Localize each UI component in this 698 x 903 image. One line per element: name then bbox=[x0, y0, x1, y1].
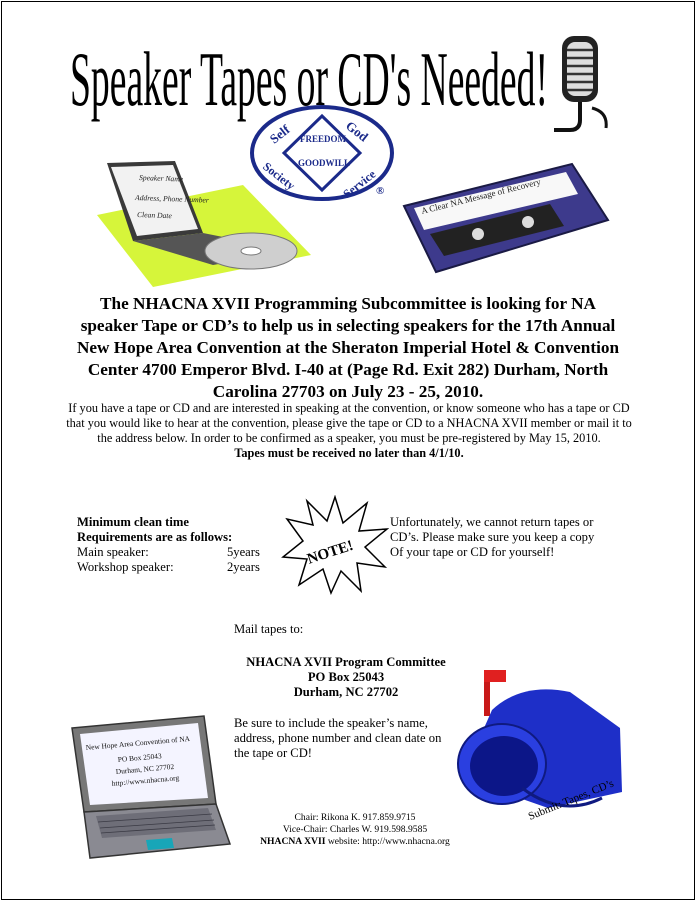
requirements-title-2: Requirements are as follows: bbox=[77, 530, 233, 544]
body-paragraph: If you have a tape or CD and are interes… bbox=[64, 401, 634, 461]
mailbox-image: Submit: Tapes, CD’s bbox=[457, 670, 622, 823]
cassette-image: A Clear NA Message of Recovery bbox=[402, 162, 610, 274]
mail-label: Mail tapes to: bbox=[234, 622, 304, 636]
requirement-row: Main speaker: 5years bbox=[77, 545, 277, 560]
website-label: NHACNA XVII bbox=[260, 836, 326, 847]
note-line: CD’s. Please make sure you keep a copy bbox=[390, 530, 595, 544]
contacts-block: Chair: Rikona K. 917.859.9715 Vice-Chair… bbox=[230, 812, 480, 848]
body-text: If you have a tape or CD and are interes… bbox=[66, 401, 632, 445]
logo-freedom: FREEDOM bbox=[300, 134, 347, 144]
requirements-title-1: Minimum clean time bbox=[77, 515, 189, 529]
vice-chair-contact: Vice-Chair: Charles W. 919.598.9585 bbox=[282, 824, 428, 835]
lead-paragraph: The NHACNA XVII Programming Subcommittee… bbox=[76, 294, 620, 401]
cd-line-1: Speaker Name bbox=[139, 173, 184, 184]
note-text: Unfortunately, we cannot return tapes or… bbox=[390, 515, 630, 560]
note-burst-icon: NOTE! bbox=[281, 495, 389, 595]
mailing-address: NHACNA XVII Program Committee PO Box 250… bbox=[230, 655, 462, 700]
laptop-image: New Hope Area Convention of NA PO Box 25… bbox=[71, 715, 232, 859]
address-line: PO Box 25043 bbox=[307, 670, 385, 684]
requirement-label: Workshop speaker: bbox=[77, 560, 174, 574]
website-line: NHACNA XVII website: http://www.nhacna.o… bbox=[230, 836, 480, 848]
microphone-icon bbox=[554, 36, 608, 132]
note-line: Unfortunately, we cannot return tapes or bbox=[390, 515, 594, 529]
deadline-text: Tapes must be received no later than 4/1… bbox=[234, 446, 464, 460]
include-text: Be sure to include the speaker’s name, a… bbox=[234, 716, 442, 760]
logo-registered: ® bbox=[376, 185, 384, 197]
requirement-value: 2years bbox=[227, 560, 260, 574]
chair-contact: Chair: Rikona K. 917.859.9715 bbox=[294, 812, 416, 823]
address-line: NHACNA XVII Program Committee bbox=[246, 655, 446, 669]
requirements-block: Minimum clean time Requirements are as f… bbox=[77, 515, 277, 575]
website-link[interactable]: website: http://www.nhacna.org bbox=[325, 836, 450, 847]
requirement-value: 5years bbox=[227, 545, 260, 559]
cd-case-image: Speaker Name Address, Phone Number Clean… bbox=[97, 161, 311, 287]
requirement-row: Workshop speaker: 2years bbox=[77, 560, 277, 575]
requirement-label: Main speaker: bbox=[77, 545, 149, 559]
address-line: Durham, NC 27702 bbox=[293, 685, 399, 699]
note-line: Of your tape or CD for yourself! bbox=[390, 545, 555, 559]
cd-line-3: Clean Date bbox=[137, 210, 173, 220]
